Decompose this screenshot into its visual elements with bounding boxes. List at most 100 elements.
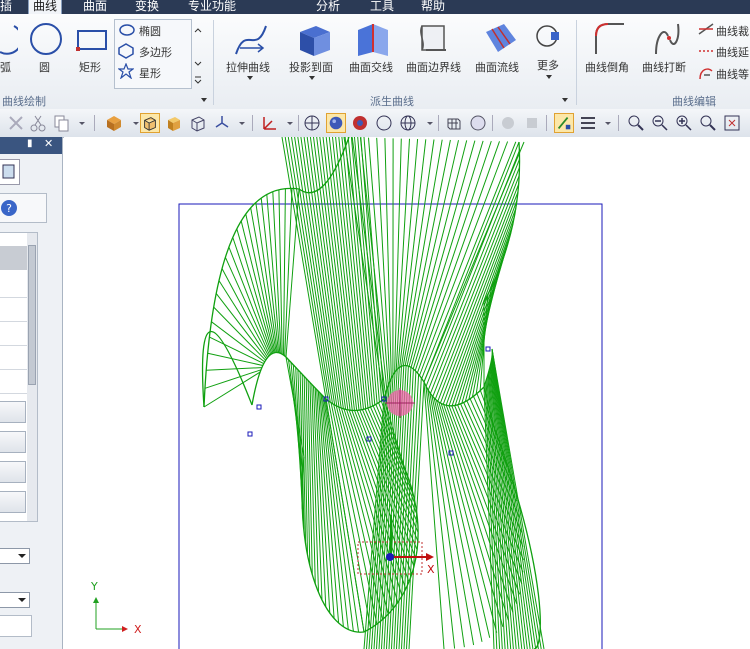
- zoom-extent-icon[interactable]: [722, 113, 742, 133]
- delete-icon[interactable]: [6, 113, 26, 133]
- star-icon[interactable]: [118, 63, 134, 79]
- list-item[interactable]: [0, 371, 30, 394]
- view-axis-icon[interactable]: [212, 113, 232, 133]
- panel-button[interactable]: [0, 461, 26, 483]
- polygon-icon[interactable]: [118, 43, 134, 59]
- more-dropdown-icon[interactable]: [545, 73, 553, 81]
- curve-fillet-icon[interactable]: [592, 20, 626, 56]
- curve-trim-icon[interactable]: [698, 22, 714, 36]
- wireframe-cube-icon[interactable]: [140, 113, 160, 133]
- panel-scrollbar[interactable]: [27, 233, 37, 521]
- menu-help[interactable]: 帮助: [421, 0, 445, 14]
- surface-boundary-label[interactable]: 曲面边界线: [406, 59, 461, 75]
- panel-field[interactable]: [0, 615, 32, 637]
- star-label[interactable]: 星形: [139, 65, 161, 81]
- list-dropdown-icon[interactable]: [598, 113, 618, 133]
- render-mode-icon[interactable]: [104, 113, 124, 133]
- sphere-outline-icon[interactable]: [374, 113, 394, 133]
- zoom-window-icon[interactable]: [626, 113, 646, 133]
- menu-analysis[interactable]: 分析: [316, 0, 340, 14]
- ellipse-icon[interactable]: [119, 24, 135, 36]
- paste-dropdown-icon[interactable]: [72, 113, 92, 133]
- pin-icon[interactable]: ▮: [27, 138, 33, 149]
- list-settings-icon[interactable]: [578, 113, 598, 133]
- menu-transform[interactable]: 变换: [135, 0, 159, 14]
- list-item[interactable]: [0, 275, 30, 298]
- control-point[interactable]: [485, 346, 491, 352]
- ruled-curves[interactable]: [201, 137, 545, 649]
- curve-fillet-label[interactable]: 曲线倒角: [585, 59, 629, 75]
- help-icon[interactable]: ?: [0, 199, 18, 217]
- zoom-in-icon[interactable]: [674, 113, 694, 133]
- disabled-layer-icon[interactable]: [522, 113, 542, 133]
- sphere-globe-icon[interactable]: [398, 113, 418, 133]
- curve-drawing[interactable]: X Y X: [64, 137, 750, 649]
- gallery-scroll-icon[interactable]: [193, 24, 203, 86]
- arc-icon[interactable]: [0, 22, 18, 56]
- curve-extend-icon[interactable]: [698, 44, 714, 58]
- surface-intersect-label[interactable]: 曲面交线: [349, 59, 393, 75]
- arc-label[interactable]: 弧: [0, 59, 11, 75]
- panel-button[interactable]: [0, 401, 26, 423]
- zoom-out-icon[interactable]: [650, 113, 670, 133]
- derived-expand-icon[interactable]: [561, 96, 569, 104]
- surface-flowline-label[interactable]: 曲面流线: [475, 59, 519, 75]
- extend-curve-icon[interactable]: [232, 20, 270, 60]
- surface-intersect-icon[interactable]: [355, 22, 391, 56]
- rectangle-icon[interactable]: [75, 28, 109, 52]
- sphere-shaded-icon[interactable]: [326, 113, 346, 133]
- curve-draw-expand-icon[interactable]: [200, 96, 208, 104]
- panel-combo[interactable]: [0, 592, 30, 608]
- scrollbar-thumb[interactable]: [28, 245, 36, 385]
- hidden-line-cube-icon[interactable]: [188, 113, 208, 133]
- menu-surface[interactable]: 曲面: [83, 0, 107, 14]
- panel-tab[interactable]: [0, 159, 20, 185]
- round-view-icon[interactable]: [468, 113, 488, 133]
- coordinate-system-icon[interactable]: [260, 113, 280, 133]
- project-to-surface-label[interactable]: 投影到面: [289, 59, 333, 75]
- snap-icon[interactable]: [554, 113, 574, 133]
- view-axis-dropdown-icon[interactable]: [232, 113, 252, 133]
- ellipse-label[interactable]: 椭圆: [139, 23, 161, 39]
- control-point[interactable]: [256, 404, 262, 410]
- list-item[interactable]: [0, 299, 30, 322]
- curve-break-icon[interactable]: [650, 20, 684, 56]
- more-label[interactable]: 更多: [537, 57, 559, 73]
- polygon-label[interactable]: 多边形: [139, 44, 172, 60]
- curve-trim-label[interactable]: 曲线裁: [716, 23, 749, 39]
- project-to-surface-icon[interactable]: [296, 22, 332, 56]
- list-item[interactable]: [0, 347, 30, 370]
- surface-flowline-icon[interactable]: [482, 22, 518, 56]
- control-point[interactable]: [247, 431, 253, 437]
- disabled-tool-icon[interactable]: [498, 113, 518, 133]
- close-panel-icon[interactable]: ✕: [44, 137, 53, 150]
- coordinate-dropdown-icon[interactable]: [280, 113, 300, 133]
- panel-button[interactable]: [0, 491, 26, 513]
- circle-icon[interactable]: [28, 22, 64, 56]
- extend-curve-label[interactable]: 拉伸曲线: [226, 59, 270, 75]
- viewport-canvas[interactable]: X Y X: [64, 137, 750, 649]
- menu-insert[interactable]: 插: [0, 0, 12, 14]
- menu-tools[interactable]: 工具: [370, 0, 394, 14]
- gizmo-origin[interactable]: [386, 553, 394, 561]
- menu-professional[interactable]: 专业功能: [188, 0, 236, 14]
- sphere-wire-icon[interactable]: [302, 113, 322, 133]
- curve-equal-icon[interactable]: [698, 65, 714, 81]
- list-item[interactable]: [0, 323, 30, 346]
- sphere-red-icon[interactable]: [350, 113, 370, 133]
- sphere-dropdown-icon[interactable]: [420, 113, 440, 133]
- zoom-fit-icon[interactable]: [698, 113, 718, 133]
- more-icon[interactable]: [535, 22, 563, 52]
- cut-icon[interactable]: [28, 113, 48, 133]
- curve-equal-label[interactable]: 曲线等: [716, 66, 749, 82]
- curve-extend-label[interactable]: 曲线延: [716, 44, 749, 60]
- copy-icon[interactable]: [52, 113, 72, 133]
- panel-button[interactable]: [0, 431, 26, 453]
- surface-boundary-icon[interactable]: [416, 20, 450, 56]
- shaded-cube-icon[interactable]: [164, 113, 184, 133]
- panel-combo[interactable]: [0, 548, 30, 564]
- circle-label[interactable]: 圆: [39, 59, 50, 75]
- mesh-cube-icon[interactable]: [444, 113, 464, 133]
- extend-curve-dropdown-icon[interactable]: [246, 74, 254, 82]
- rectangle-label[interactable]: 矩形: [79, 59, 101, 75]
